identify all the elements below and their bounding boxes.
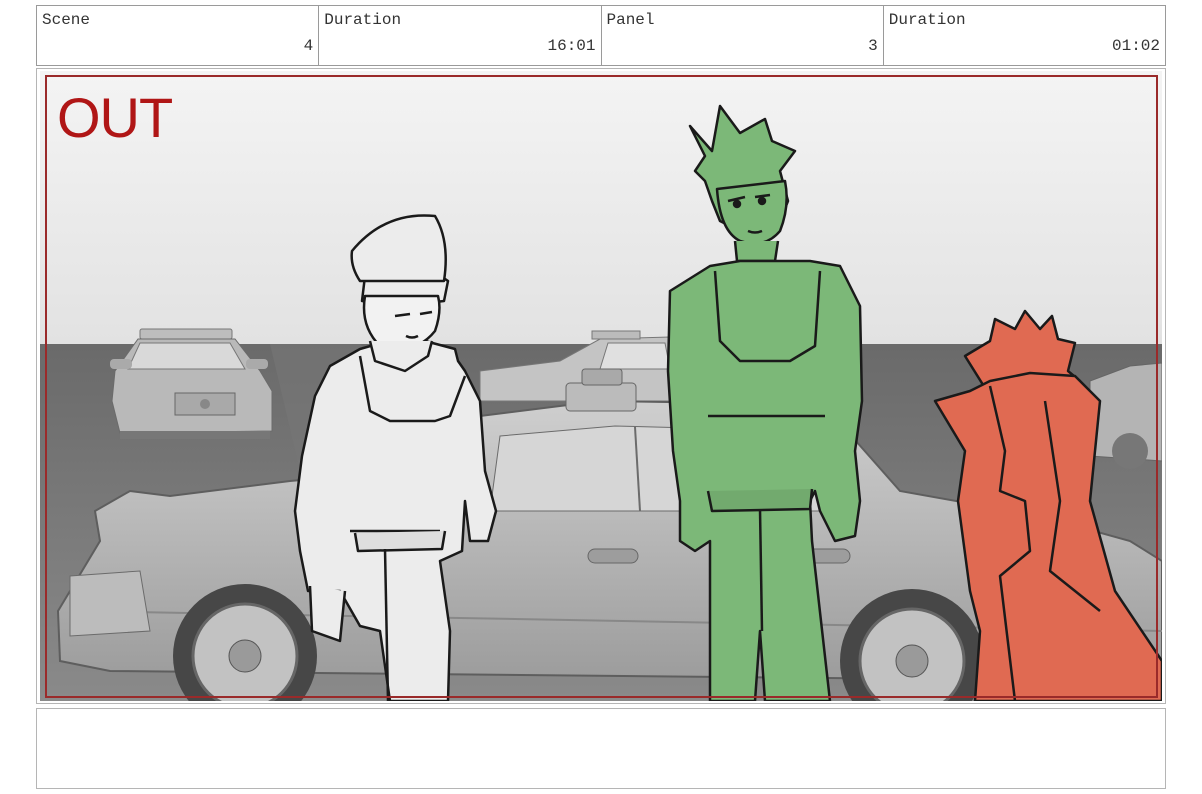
background-car-right xyxy=(1089,362,1162,469)
panel-notes-area[interactable] xyxy=(36,708,1166,789)
scene-duration-cell: Duration 16:01 xyxy=(319,6,602,65)
scene-duration-value[interactable]: 16:01 xyxy=(547,37,595,55)
transition-out-label: OUT xyxy=(57,86,173,149)
panel-value[interactable]: 3 xyxy=(868,37,878,55)
panel-cell: Panel 3 xyxy=(602,6,884,65)
panel-duration-value[interactable]: 01:02 xyxy=(1112,37,1160,55)
panel-label: Panel xyxy=(606,11,655,29)
panel-info-header: Scene 4 Duration 16:01 Panel 3 Duration … xyxy=(36,5,1166,66)
scene-label: Scene xyxy=(42,11,91,29)
storyboard-panel-image[interactable] xyxy=(40,71,1162,701)
scene-duration-label: Duration xyxy=(324,11,402,29)
scene-cell: Scene 4 xyxy=(37,6,320,65)
sky-background xyxy=(40,71,1162,346)
panel-duration-label: Duration xyxy=(888,11,966,29)
scene-value[interactable]: 4 xyxy=(304,37,314,55)
roof-light-bar xyxy=(565,382,637,412)
panel-duration-cell: Duration 01:02 xyxy=(884,6,1165,65)
